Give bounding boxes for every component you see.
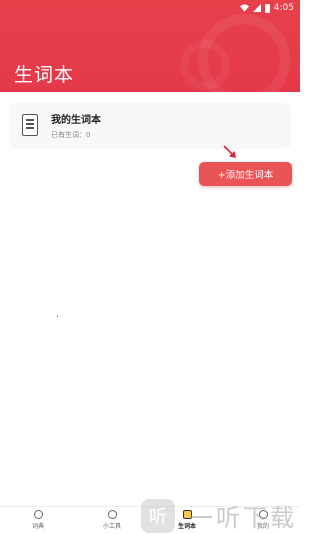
signal-icon <box>252 4 261 12</box>
nav-item-dictionary[interactable]: 词典 <box>18 510 58 534</box>
watermark-logo: 听 <box>141 498 175 533</box>
stray-dot <box>57 316 58 317</box>
status-bar: 4:05 <box>0 0 300 16</box>
vocab-book-title: 我的生词本 <box>51 115 101 126</box>
nav-label: 小工具 <box>102 523 121 530</box>
pointer-arrow-icon <box>223 145 236 158</box>
document-icon <box>22 114 38 136</box>
battery-icon <box>264 3 270 13</box>
dictionary-icon <box>33 510 43 519</box>
tools-icon <box>107 510 117 519</box>
page-title: 生词本 <box>14 64 75 86</box>
status-time: 4:05 <box>273 3 294 13</box>
vocab-count: 已有生词：0 <box>51 131 91 139</box>
status-icons: 4:05 <box>239 3 294 13</box>
app-header: 4:05 生词本 <box>0 0 300 92</box>
watermark-text: 一听下载 <box>189 504 297 532</box>
nav-label: 词典 <box>31 523 44 530</box>
watermark: 听 一听下载 <box>141 497 300 534</box>
vocab-book-card[interactable] <box>9 103 291 149</box>
add-vocab-book-button[interactable]: +添加生词本 <box>199 162 292 186</box>
nav-item-tools[interactable]: 小工具 <box>92 510 132 534</box>
wifi-icon <box>239 4 249 12</box>
header-decoration-small <box>180 40 230 90</box>
